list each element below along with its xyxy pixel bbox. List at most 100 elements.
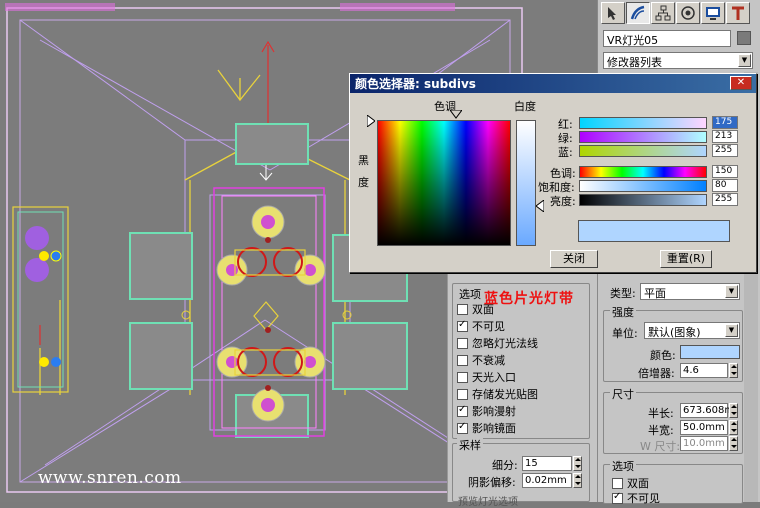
- green-field[interactable]: 213: [712, 130, 738, 143]
- checkbox-checked-icon: [457, 404, 468, 417]
- subdivs-spin-button[interactable]: [573, 456, 582, 471]
- red-slider[interactable]: [579, 117, 707, 129]
- half-width-spin-button[interactable]: [729, 420, 738, 435]
- light-color-swatch[interactable]: [680, 345, 740, 359]
- shadow-bias-label: 阴影偏移:: [468, 476, 516, 489]
- blue-field[interactable]: 255: [712, 144, 738, 157]
- hue-marker-icon[interactable]: [450, 110, 462, 120]
- whiteness-marker-icon[interactable]: [536, 200, 544, 212]
- dialog-title: 颜色选择器: subdivs: [355, 77, 476, 91]
- utilities-tab-icon[interactable]: [726, 2, 750, 24]
- option-label: 不衰减: [472, 354, 505, 367]
- red-field[interactable]: 175: [712, 116, 738, 129]
- checkbox-icon: [457, 372, 468, 383]
- blackness-label-1: 黑: [358, 154, 369, 167]
- half-length-spinner[interactable]: 673.608m: [680, 403, 734, 418]
- whiteness-header: 白度: [514, 100, 536, 113]
- checkbox-checked-icon: [457, 421, 468, 434]
- blackness-marker-icon[interactable]: [367, 115, 375, 127]
- close-icon[interactable]: ✕: [730, 76, 752, 90]
- option-checkbox-row[interactable]: 天光入口: [457, 369, 516, 385]
- chevron-down-icon: ▼: [725, 324, 738, 337]
- hue-saturation-field[interactable]: [377, 120, 511, 246]
- invisible-label: 不可见: [627, 492, 660, 505]
- option-checkbox-row[interactable]: 不衰减: [457, 352, 505, 368]
- option-label: 影响漫射: [472, 405, 516, 418]
- type-value: 平面: [644, 287, 666, 300]
- half-width-label: 半宽:: [648, 424, 674, 437]
- preview-light-options-label: 预览灯光选项: [458, 497, 518, 508]
- option-checkbox-row[interactable]: 存储发光贴图: [457, 386, 538, 402]
- half-length-label: 半长:: [648, 407, 674, 420]
- options-title-right: 选项: [610, 458, 636, 474]
- shadow-bias-spin-button[interactable]: [573, 473, 582, 488]
- value-slider[interactable]: [579, 194, 707, 206]
- option-label: 天光入口: [472, 371, 516, 384]
- blue-slider[interactable]: [579, 145, 707, 157]
- watermark: www.snren.com: [38, 468, 182, 488]
- sampling-rollout-title: 采样: [457, 437, 483, 453]
- dialog-title-bar[interactable]: 颜色选择器: subdivs ✕: [350, 74, 756, 93]
- value-field[interactable]: 255: [712, 193, 738, 206]
- subdivs-spinner[interactable]: 15: [522, 456, 572, 471]
- object-name-field[interactable]: VR灯光05: [603, 30, 731, 47]
- object-color-swatch[interactable]: [737, 31, 751, 45]
- display-tab-icon[interactable]: [701, 2, 725, 24]
- double-sided-checkbox[interactable]: 双面: [612, 475, 649, 491]
- subdivs-label: 细分:: [492, 459, 518, 472]
- chevron-down-icon: ▼: [725, 285, 738, 298]
- checkbox-icon: [457, 304, 468, 315]
- w-size-spinner[interactable]: 10.0mm: [680, 436, 728, 451]
- unit-label: 单位:: [612, 327, 638, 340]
- w-size-spin-button[interactable]: [729, 436, 738, 451]
- multiplier-spinner[interactable]: 4.6: [680, 363, 728, 378]
- whiteness-bar[interactable]: [516, 120, 536, 246]
- close-button[interactable]: 关闭: [550, 250, 598, 268]
- unit-value: 默认(图象): [648, 326, 701, 339]
- annotation-label: 蓝色片光灯带: [484, 291, 574, 307]
- unit-dropdown[interactable]: 默认(图象) ▼: [644, 322, 740, 339]
- type-dropdown[interactable]: 平面 ▼: [640, 283, 740, 300]
- option-checkbox-row[interactable]: 影响漫射: [457, 403, 516, 419]
- reset-button[interactable]: 重置(R): [660, 250, 712, 268]
- options-rollout-title: 选项: [457, 286, 483, 302]
- checkbox-checked-icon: [612, 491, 623, 504]
- command-panel-tabs: [598, 2, 760, 26]
- option-label: 忽略灯光法线: [472, 337, 538, 350]
- hierarchy-tab-icon[interactable]: [651, 2, 675, 24]
- half-width-spinner[interactable]: 50.0mm: [680, 420, 728, 435]
- color-preview-swatch: [578, 220, 730, 242]
- size-title: 尺寸: [610, 386, 636, 402]
- color-selector-dialog: 颜色选择器: subdivs ✕ 色调 白度 黑 度 红: 175 绿: 213…: [349, 73, 757, 273]
- motion-tab-icon[interactable]: [676, 2, 700, 24]
- create-tab-icon[interactable]: [601, 2, 625, 24]
- option-label: 影响镜面: [472, 422, 516, 435]
- saturation-slider[interactable]: [579, 180, 707, 192]
- option-checkbox-row[interactable]: 不可见: [457, 318, 505, 334]
- w-size-label: W 尺寸:: [640, 440, 681, 453]
- checkbox-icon: [612, 478, 623, 489]
- multiplier-spin-button[interactable]: [729, 363, 738, 378]
- blackness-label-2: 度: [358, 176, 369, 189]
- hue-slider[interactable]: [579, 166, 707, 178]
- blue-label: 蓝:: [558, 146, 573, 159]
- half-length-spin-button[interactable]: [729, 403, 738, 418]
- shadow-bias-spinner[interactable]: 0.02mm: [522, 473, 572, 488]
- option-label: 不可见: [472, 320, 505, 333]
- modifier-list-dropdown[interactable]: 修改器列表 ▼: [603, 52, 753, 69]
- modify-tab-icon[interactable]: [626, 2, 650, 24]
- color-label: 颜色:: [650, 349, 676, 362]
- saturation-field[interactable]: 80: [712, 179, 738, 192]
- invisible-checkbox[interactable]: 不可见: [612, 490, 660, 506]
- green-slider[interactable]: [579, 131, 707, 143]
- intensity-title: 强度: [610, 304, 636, 320]
- checkbox-icon: [457, 355, 468, 366]
- type-label: 类型:: [610, 287, 636, 300]
- value-label: 亮度:: [550, 195, 576, 208]
- modifier-list-label: 修改器列表: [607, 56, 662, 69]
- option-label: 存储发光贴图: [472, 388, 538, 401]
- checkbox-checked-icon: [457, 319, 468, 332]
- hue-field[interactable]: 150: [712, 165, 738, 178]
- option-checkbox-row[interactable]: 忽略灯光法线: [457, 335, 538, 351]
- option-checkbox-row[interactable]: 影响镜面: [457, 420, 516, 436]
